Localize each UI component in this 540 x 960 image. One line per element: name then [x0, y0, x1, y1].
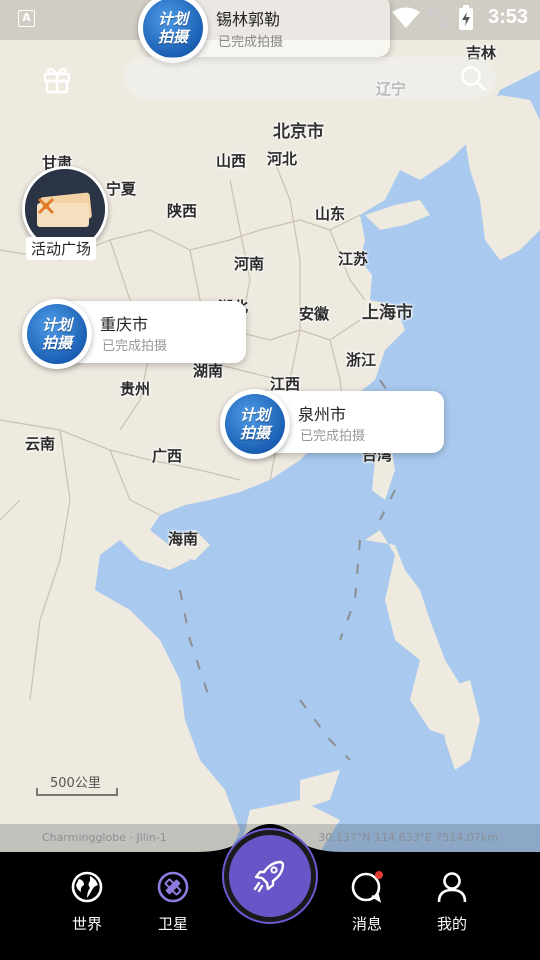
plan-card-city: 泉州市 — [298, 405, 347, 424]
plan-badge: 计划 拍摄 — [22, 299, 92, 369]
nav-satellite-label: 卫星 — [157, 915, 188, 933]
map-label-shandong: 山东 — [315, 205, 346, 223]
launch-button[interactable] — [222, 828, 318, 924]
activity-plaza-button[interactable]: 活动广场 — [22, 166, 108, 266]
attribution-source: Charmingglobe · Jilin-1 — [42, 831, 167, 844]
no-sim-icon — [427, 8, 447, 29]
wifi-icon — [392, 7, 420, 28]
plan-badge-icon: 计划 拍摄 — [27, 304, 87, 364]
nav-profile[interactable]: 我的 — [417, 870, 487, 934]
user-icon — [437, 872, 467, 903]
nav-world-label: 世界 — [71, 915, 102, 933]
map-label-guizhou: 贵州 — [120, 380, 151, 398]
attribution-coordinates: 30.137°N 114.633°E 7514.07km — [318, 831, 498, 844]
map-label-shanxi: 山西 — [216, 152, 247, 170]
scale-bar — [36, 788, 118, 796]
app-notification-icon: A — [18, 10, 35, 27]
plan-card-city: 重庆市 — [100, 315, 149, 334]
map-label-beijing: 北京市 — [273, 122, 324, 142]
plan-badge-text-1: 计划 — [41, 316, 72, 334]
nav-world[interactable]: 世界 — [52, 870, 122, 934]
map-label-henan: 河南 — [234, 255, 265, 273]
satellite-icon — [157, 871, 189, 903]
plan-badge-text-1: 计划 — [157, 10, 188, 28]
map-label-jiangsu: 江苏 — [338, 250, 369, 268]
nav-profile-label: 我的 — [436, 915, 467, 933]
plan-card-status: 已完成拍摄 — [300, 429, 366, 444]
map-label-ningxia: 宁夏 — [106, 180, 137, 198]
gift-icon[interactable] — [40, 62, 74, 96]
map-label-hainan: 海南 — [168, 530, 199, 548]
map-label-anhui: 安徽 — [299, 305, 330, 323]
rocket-icon — [253, 860, 285, 893]
search-input[interactable] — [124, 57, 454, 99]
notification-dot — [375, 871, 383, 879]
map-label-shanghai: 上海市 — [362, 303, 413, 323]
plan-badge: 计划 拍摄 — [220, 389, 290, 459]
map-label-hunan: 湖南 — [193, 362, 224, 380]
plan-card-status: 已完成拍摄 — [102, 339, 168, 354]
plan-badge-text-1: 计划 — [239, 406, 270, 424]
message-icon — [351, 871, 383, 903]
plan-badge-text-2: 拍摄 — [41, 334, 72, 352]
plan-badge-icon: 计划 拍摄 — [225, 394, 285, 454]
plan-badge-text-2: 拍摄 — [239, 424, 270, 442]
plan-card-status: 已完成拍摄 — [218, 35, 284, 50]
map-label-shaanxi: 陕西 — [167, 202, 198, 220]
plan-badge-icon: 计划 拍摄 — [143, 0, 203, 58]
battery-charging-icon — [459, 5, 473, 30]
plan-card-city: 锡林郭勒 — [216, 10, 281, 29]
nav-messages-label: 消息 — [351, 915, 382, 933]
map-label-zhejiang: 浙江 — [346, 351, 377, 369]
plan-badge-text-2: 拍摄 — [157, 28, 188, 46]
map-scale: 500公里 — [36, 772, 120, 796]
map-label-hebei: 河北 — [267, 150, 298, 168]
map-label-yunnan: 云南 — [25, 435, 56, 453]
activity-plaza-label: 活动广场 — [26, 237, 97, 260]
search-bar[interactable] — [124, 57, 496, 99]
map-label-guangxi: 广西 — [152, 447, 183, 465]
status-time: 3:53 — [487, 6, 528, 28]
search-icon[interactable] — [460, 65, 486, 91]
globe-icon — [71, 871, 103, 903]
